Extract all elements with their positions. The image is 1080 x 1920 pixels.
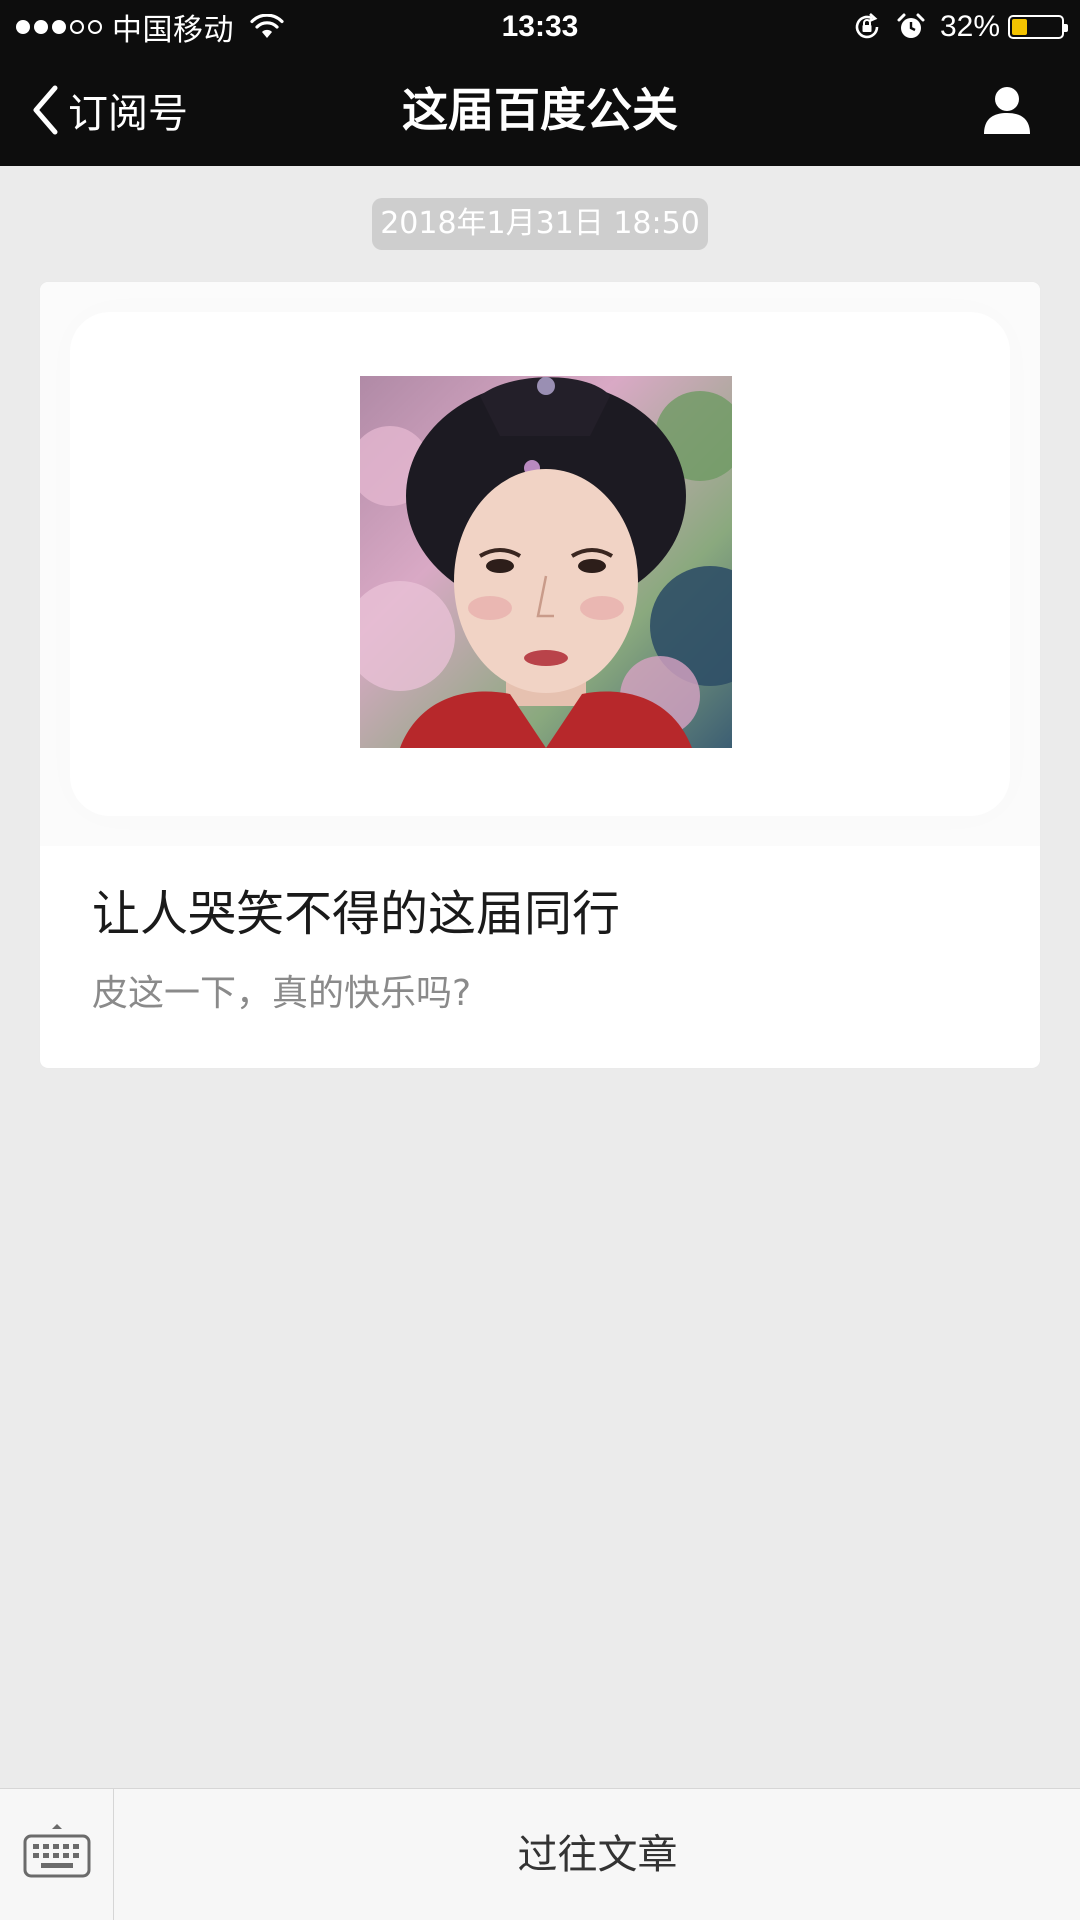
portrait-image: [360, 377, 732, 748]
status-bar: 中国移动 13:33 32%: [0, 0, 1080, 54]
article-cover-image: [360, 376, 732, 748]
article-cover: [40, 282, 1040, 846]
person-icon[interactable]: [982, 84, 1032, 136]
back-button[interactable]: 订阅号: [30, 54, 188, 166]
battery-level-fill: [1012, 19, 1027, 35]
nav-bar: 订阅号 这届百度公关: [0, 54, 1080, 166]
keyboard-icon: [23, 1824, 91, 1878]
chevron-left-icon: [33, 85, 58, 135]
status-bar-right: 32%: [852, 0, 1068, 54]
article-card[interactable]: 让人哭笑不得的这届同行 皮这一下，真的快乐吗?: [40, 282, 1040, 1068]
battery-icon: [1008, 15, 1068, 39]
message-timestamp: 2018年1月31日 18:50: [372, 198, 708, 250]
screen: 中国移动 13:33 32% 订阅号 这届百度公关 2018年1月31日 18:…: [0, 0, 1080, 1920]
alarm-icon: [897, 13, 925, 38]
orientation-lock-icon: [855, 13, 879, 39]
back-button-label: 订阅号: [68, 91, 188, 137]
article-description: 皮这一下，真的快乐吗?: [92, 973, 472, 1014]
bottom-bar: 过往文章: [0, 1788, 1080, 1920]
battery-percentage: 32%: [939, 10, 1000, 43]
past-articles-button[interactable]: 过往文章: [115, 1789, 1080, 1920]
article-title: 让人哭笑不得的这届同行: [92, 886, 621, 942]
keyboard-toggle-button[interactable]: [0, 1789, 114, 1920]
